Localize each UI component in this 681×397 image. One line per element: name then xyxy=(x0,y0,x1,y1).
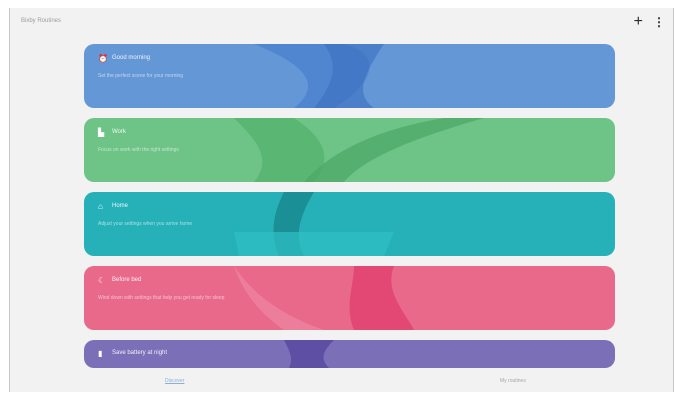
toolbar: + ⋮ xyxy=(634,14,665,30)
alarm-clock-icon: ⏰ xyxy=(98,54,108,63)
routine-card-good-morning[interactable]: ⏰ Good morning Set the perfect scene for… xyxy=(84,44,615,108)
tab-my-routines[interactable]: My routines xyxy=(500,378,526,384)
routine-card-save-battery[interactable]: ▮ Save battery at night xyxy=(84,340,615,368)
routine-description: Set the perfect scene for your morning xyxy=(98,73,184,79)
routines-screen: Bixby Routines + ⋮ ⏰ Good morning Set th… xyxy=(9,8,674,392)
routine-name: Good morning xyxy=(112,55,151,61)
battery-icon: ▮ xyxy=(98,349,103,358)
routine-card-before-bed[interactable]: ☾ Before bed Wind down with settings tha… xyxy=(84,266,615,330)
more-vertical-icon[interactable]: ⋮ xyxy=(653,14,665,30)
tab-discover[interactable]: Discover xyxy=(165,378,184,384)
routine-description: Wind down with settings that help you ge… xyxy=(98,295,225,301)
building-icon: ▙ xyxy=(98,128,105,137)
routine-name: Save battery at night xyxy=(112,350,168,356)
routine-card-work[interactable]: ▙ Work Focus on work with the right sett… xyxy=(84,118,615,182)
home-icon: ⌂ xyxy=(98,202,103,211)
routine-name: Before bed xyxy=(112,277,142,283)
routine-name: Work xyxy=(112,129,126,135)
routine-name: Home xyxy=(112,203,129,209)
routine-description: Adjust your settings when you arrive hom… xyxy=(98,221,193,227)
routine-card-home[interactable]: ⌂ Home Adjust your settings when you arr… xyxy=(84,192,615,256)
bottom-tabs: Discover My routines xyxy=(10,376,673,388)
plus-icon[interactable]: + xyxy=(634,14,643,30)
moon-icon: ☾ xyxy=(98,276,106,285)
page-title: Bixby Routines xyxy=(21,18,62,24)
routine-description: Focus on work with the right settings xyxy=(98,147,179,153)
